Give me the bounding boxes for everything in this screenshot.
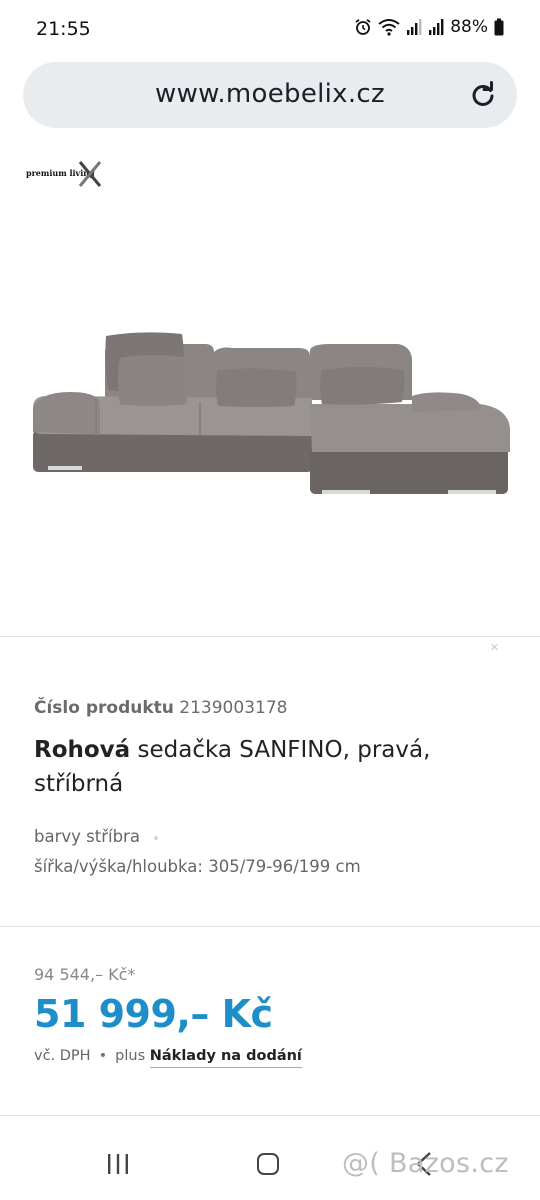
shipping-costs-link[interactable]: Náklady na dodání [149, 1048, 302, 1068]
status-icons: 88% [354, 17, 504, 37]
product-title-bold: Rohová [34, 737, 131, 763]
current-price: 51 999,– Kč [34, 992, 273, 1036]
product-number-value: 2139003178 [179, 698, 288, 718]
sofa-leg [448, 490, 496, 494]
product-dimensions: šířka/výška/hloubka: 305/79-96/199 cm [34, 857, 361, 876]
close-icon[interactable]: ✕ [490, 641, 499, 654]
product-color-text: barvy stříbra [34, 827, 140, 846]
url-text[interactable]: www.moebelix.cz [23, 79, 517, 109]
section-divider [0, 926, 540, 927]
plus-text: plus [115, 1048, 146, 1064]
product-number-label: Číslo produktu [34, 698, 174, 718]
bullet: • [98, 1048, 108, 1064]
old-price: 94 544,– Kč* [34, 965, 136, 984]
section-divider [0, 1115, 540, 1116]
sofa-leg [322, 490, 370, 494]
brand-logo: premium living [24, 160, 114, 190]
sofa-left-arm [33, 392, 100, 434]
sofa-leg [48, 466, 82, 470]
product-title: Rohová sedačka SANFINO, pravá, stříbrná [34, 733, 504, 801]
reload-icon[interactable] [469, 81, 497, 109]
vat-note: vč. DPH • plus Náklady na dodání [34, 1048, 302, 1068]
status-bar: 21:55 88% [0, 0, 540, 60]
sofa-pillow [118, 355, 191, 406]
color-swatch [153, 835, 158, 840]
status-time: 21:55 [36, 18, 91, 40]
sofa-pillow [216, 368, 297, 407]
home-icon[interactable] [257, 1153, 279, 1175]
signal-icon [429, 19, 444, 35]
sofa-chaise [310, 404, 510, 452]
section-divider [0, 636, 540, 637]
wifi-icon [378, 19, 400, 36]
watermark: @( Bazos.cz [342, 1148, 509, 1179]
battery-icon [494, 18, 504, 36]
product-color: barvy stříbra [34, 827, 158, 846]
sofa-base-left [33, 430, 313, 472]
alarm-icon [355, 19, 371, 35]
sofa-base-right [310, 448, 508, 494]
product-image[interactable] [0, 300, 540, 520]
brand-x-icon [78, 161, 102, 187]
address-bar[interactable]: www.moebelix.cz [23, 62, 517, 128]
product-number: Číslo produktu 2139003178 [34, 698, 287, 718]
vat-text: vč. DPH [34, 1048, 91, 1064]
battery-text: 88% [450, 17, 488, 37]
sofa-chaise-arm [412, 392, 482, 412]
recent-apps-icon[interactable] [106, 1153, 130, 1175]
sofa-pillow [320, 367, 405, 405]
signal-icon [407, 19, 422, 35]
